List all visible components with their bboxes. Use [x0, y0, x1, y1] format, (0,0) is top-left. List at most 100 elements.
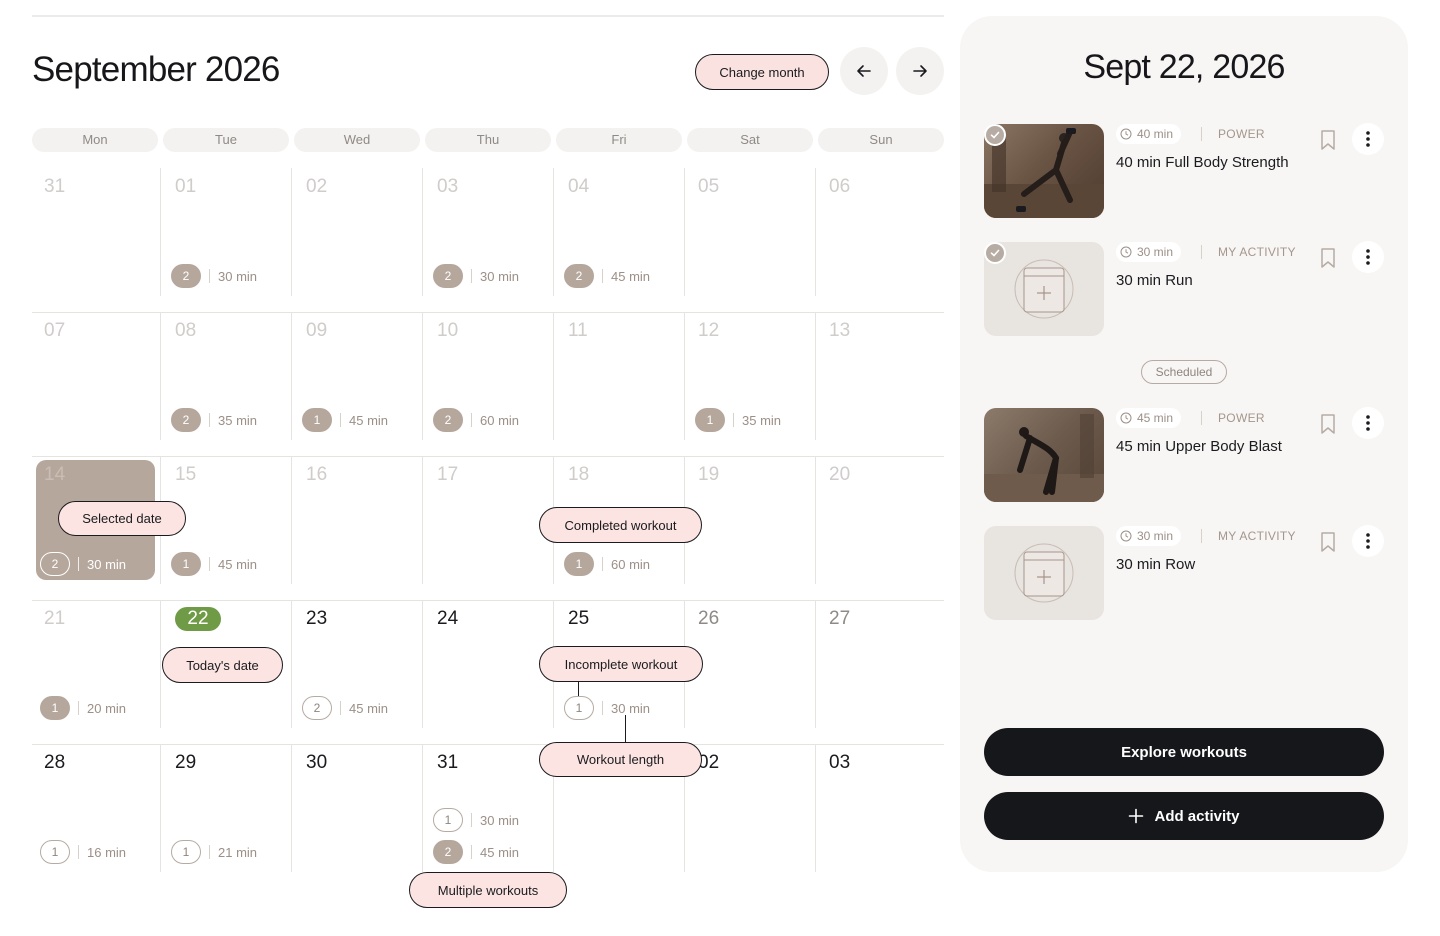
explore-workouts-button[interactable]: Explore workouts	[984, 728, 1384, 776]
day-number[interactable]: 25	[568, 608, 589, 630]
workout-entry[interactable]: 1 16 min	[40, 840, 126, 864]
day-number[interactable]: 30	[306, 752, 327, 774]
workout-duration: 30 min	[1137, 529, 1174, 543]
workout-entry[interactable]: 1 60 min	[564, 552, 650, 576]
day-number[interactable]: 13	[829, 320, 850, 342]
bookmark-icon[interactable]	[1318, 129, 1338, 151]
day-number[interactable]: 02	[306, 176, 327, 198]
day-number[interactable]: 31	[437, 752, 458, 774]
workout-entry[interactable]: 1 35 min	[695, 408, 781, 432]
day-divider	[291, 456, 292, 584]
workout-count-badge: 2	[433, 840, 463, 864]
workout-duration: 30 min	[1137, 245, 1174, 259]
more-options-button[interactable]	[1352, 241, 1384, 273]
more-options-button[interactable]	[1352, 123, 1384, 155]
day-number[interactable]: 17	[437, 464, 458, 486]
day-number[interactable]: 31	[44, 176, 65, 198]
workout-entry[interactable]: 1 45 min	[171, 552, 257, 576]
day-number[interactable]: 19	[698, 464, 719, 486]
workout-entry[interactable]: 1 21 min	[171, 840, 257, 864]
workout-title[interactable]: 45 min Upper Body Blast	[1116, 438, 1282, 455]
today-badge[interactable]: 22	[175, 607, 221, 631]
workout-entry[interactable]: 2 45 min	[302, 696, 388, 720]
workout-entry[interactable]: 1 20 min	[40, 696, 126, 720]
workout-length: 35 min	[742, 412, 782, 428]
workout-entry[interactable]: 2 30 min	[40, 552, 126, 576]
bookmark-icon[interactable]	[1318, 247, 1338, 269]
workout-entry[interactable]: 1 30 min	[433, 808, 519, 832]
next-month-button[interactable]	[896, 47, 944, 95]
workout-entry[interactable]: 2 60 min	[433, 408, 519, 432]
day-number[interactable]: 09	[306, 320, 327, 342]
bookmark-icon[interactable]	[1318, 531, 1338, 553]
day-number-selected[interactable]: 14	[44, 464, 65, 486]
clock-icon	[1120, 128, 1132, 140]
workout-length: 16 min	[87, 844, 127, 860]
workout-title[interactable]: 30 min Row	[1116, 556, 1195, 573]
entry-separator	[471, 269, 472, 283]
day-number[interactable]: 26	[698, 608, 719, 630]
entry-separator	[733, 413, 734, 427]
scheduled-divider-label: Scheduled	[1141, 360, 1227, 384]
day-number[interactable]: 20	[829, 464, 850, 486]
day-number[interactable]: 27	[829, 608, 850, 630]
workout-count-badge: 1	[171, 552, 201, 576]
day-number[interactable]: 12	[698, 320, 719, 342]
workout-thumbnail[interactable]	[984, 408, 1104, 502]
workout-length: 45 min	[218, 556, 258, 572]
day-number[interactable]: 15	[175, 464, 196, 486]
workout-entry[interactable]: 1 30 min	[564, 696, 650, 720]
day-number[interactable]: 18	[568, 464, 589, 486]
day-number[interactable]: 23	[306, 608, 327, 630]
workout-entry[interactable]: 2 45 min	[433, 840, 519, 864]
add-activity-button[interactable]: Add activity	[984, 792, 1384, 840]
workout-entry[interactable]: 2 35 min	[171, 408, 257, 432]
day-number[interactable]: 10	[437, 320, 458, 342]
workout-count-badge: 1	[302, 408, 332, 432]
page-title: September 2026	[32, 50, 280, 89]
day-number[interactable]: 28	[44, 752, 65, 774]
workout-entry[interactable]: 2 30 min	[433, 264, 519, 288]
day-number[interactable]: 08	[175, 320, 196, 342]
workout-category: POWER	[1218, 127, 1265, 141]
workout-entry[interactable]: 2 30 min	[171, 264, 257, 288]
day-number[interactable]: 21	[44, 608, 65, 630]
more-vertical-icon	[1366, 533, 1370, 549]
day-number[interactable]: 03	[437, 176, 458, 198]
day-number[interactable]: 04	[568, 176, 589, 198]
day-number[interactable]: 03	[829, 752, 850, 774]
workout-thumbnail[interactable]	[984, 526, 1104, 620]
day-number[interactable]: 05	[698, 176, 719, 198]
workout-count-badge: 1	[433, 808, 463, 832]
change-month-button[interactable]: Change month	[695, 54, 829, 90]
workout-entry[interactable]: 2 45 min	[564, 264, 650, 288]
previous-month-button[interactable]	[840, 47, 888, 95]
workout-title[interactable]: 40 min Full Body Strength	[1116, 154, 1289, 171]
workout-count-badge: 1	[40, 840, 70, 864]
weekday-header: Fri	[556, 128, 682, 152]
week-divider	[32, 744, 944, 745]
day-divider	[815, 168, 816, 296]
day-number[interactable]: 11	[568, 320, 588, 342]
bookmark-icon[interactable]	[1318, 413, 1338, 435]
day-divider	[422, 456, 423, 584]
more-vertical-icon	[1366, 249, 1370, 265]
day-number[interactable]: 01	[175, 176, 196, 198]
workout-length: 45 min	[480, 844, 520, 860]
chip-divider	[1201, 411, 1202, 425]
day-number[interactable]: 16	[306, 464, 327, 486]
clock-icon	[1120, 530, 1132, 542]
workout-entry[interactable]: 1 45 min	[302, 408, 388, 432]
more-options-button[interactable]	[1352, 525, 1384, 557]
day-number[interactable]: 24	[437, 608, 458, 630]
workout-title[interactable]: 30 min Run	[1116, 272, 1193, 289]
day-number[interactable]: 06	[829, 176, 850, 198]
workout-count-badge: 2	[302, 696, 332, 720]
workout-count-badge: 2	[171, 264, 201, 288]
workout-duration: 40 min	[1137, 127, 1174, 141]
day-divider	[553, 168, 554, 296]
more-options-button[interactable]	[1352, 407, 1384, 439]
day-number[interactable]: 07	[44, 320, 65, 342]
day-divider	[291, 168, 292, 296]
day-number[interactable]: 29	[175, 752, 196, 774]
